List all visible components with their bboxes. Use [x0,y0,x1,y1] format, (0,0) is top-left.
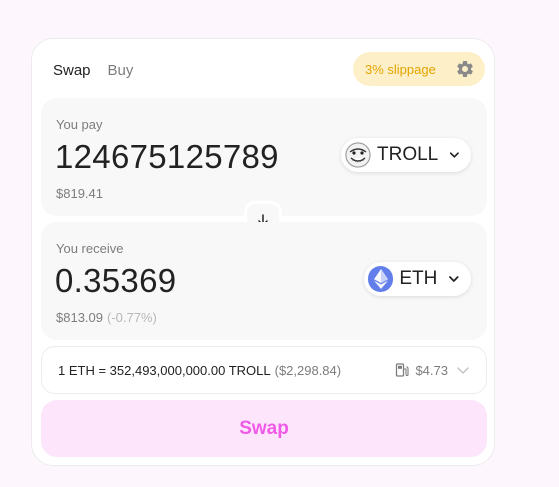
tab-swap[interactable]: Swap [53,62,91,79]
exchange-rate: 1 ETH = 352,493,000,000.00 TROLL [58,362,271,378]
mode-tabs: Swap Buy [53,62,133,79]
receive-token-selector[interactable]: ETH [364,262,471,296]
eth-token-icon [368,266,394,292]
chevron-down-icon [450,152,460,158]
receive-usd-value: $813.09 [56,310,103,325]
pay-token-symbol: TROLL [377,144,439,165]
network-cost: $4.73 [395,363,448,378]
swap-button[interactable]: Swap [41,400,487,457]
price-impact: (-0.77%) [107,310,157,325]
gear-icon [457,60,473,77]
pay-panel: You pay 124675125789 $819.41 TROLL [41,98,487,216]
chevron-down-icon [449,276,459,282]
receive-label: You receive [56,241,124,256]
pay-token-selector[interactable]: TROLL [341,138,471,172]
chevron-down-icon[interactable] [456,363,470,377]
pay-amount-input[interactable]: 124675125789 [55,138,279,176]
receive-usd-row: $813.09 (-0.77%) [56,310,157,325]
receive-panel: You receive 0.35369 $813.09 (-0.77%) ETH [41,222,487,340]
slippage-settings-button[interactable]: 3% slippage [353,52,485,86]
receive-token-symbol: ETH [399,268,438,289]
pay-usd-value: $819.41 [56,186,103,201]
tab-buy[interactable]: Buy [108,62,134,79]
exchange-rate-row[interactable]: 1 ETH = 352,493,000,000.00 TROLL ($2,298… [41,346,487,394]
exchange-rate-usd: ($2,298.84) [274,362,342,378]
swap-widget: Swap Buy 3% slippage You pay 12467512578… [31,38,495,466]
slippage-label: 3% slippage [365,61,436,77]
troll-token-icon [345,142,371,168]
gas-cost: $4.73 [415,362,448,378]
pay-label: You pay [56,117,103,132]
gas-pump-icon [396,363,410,377]
receive-amount-input[interactable]: 0.35369 [55,262,176,300]
